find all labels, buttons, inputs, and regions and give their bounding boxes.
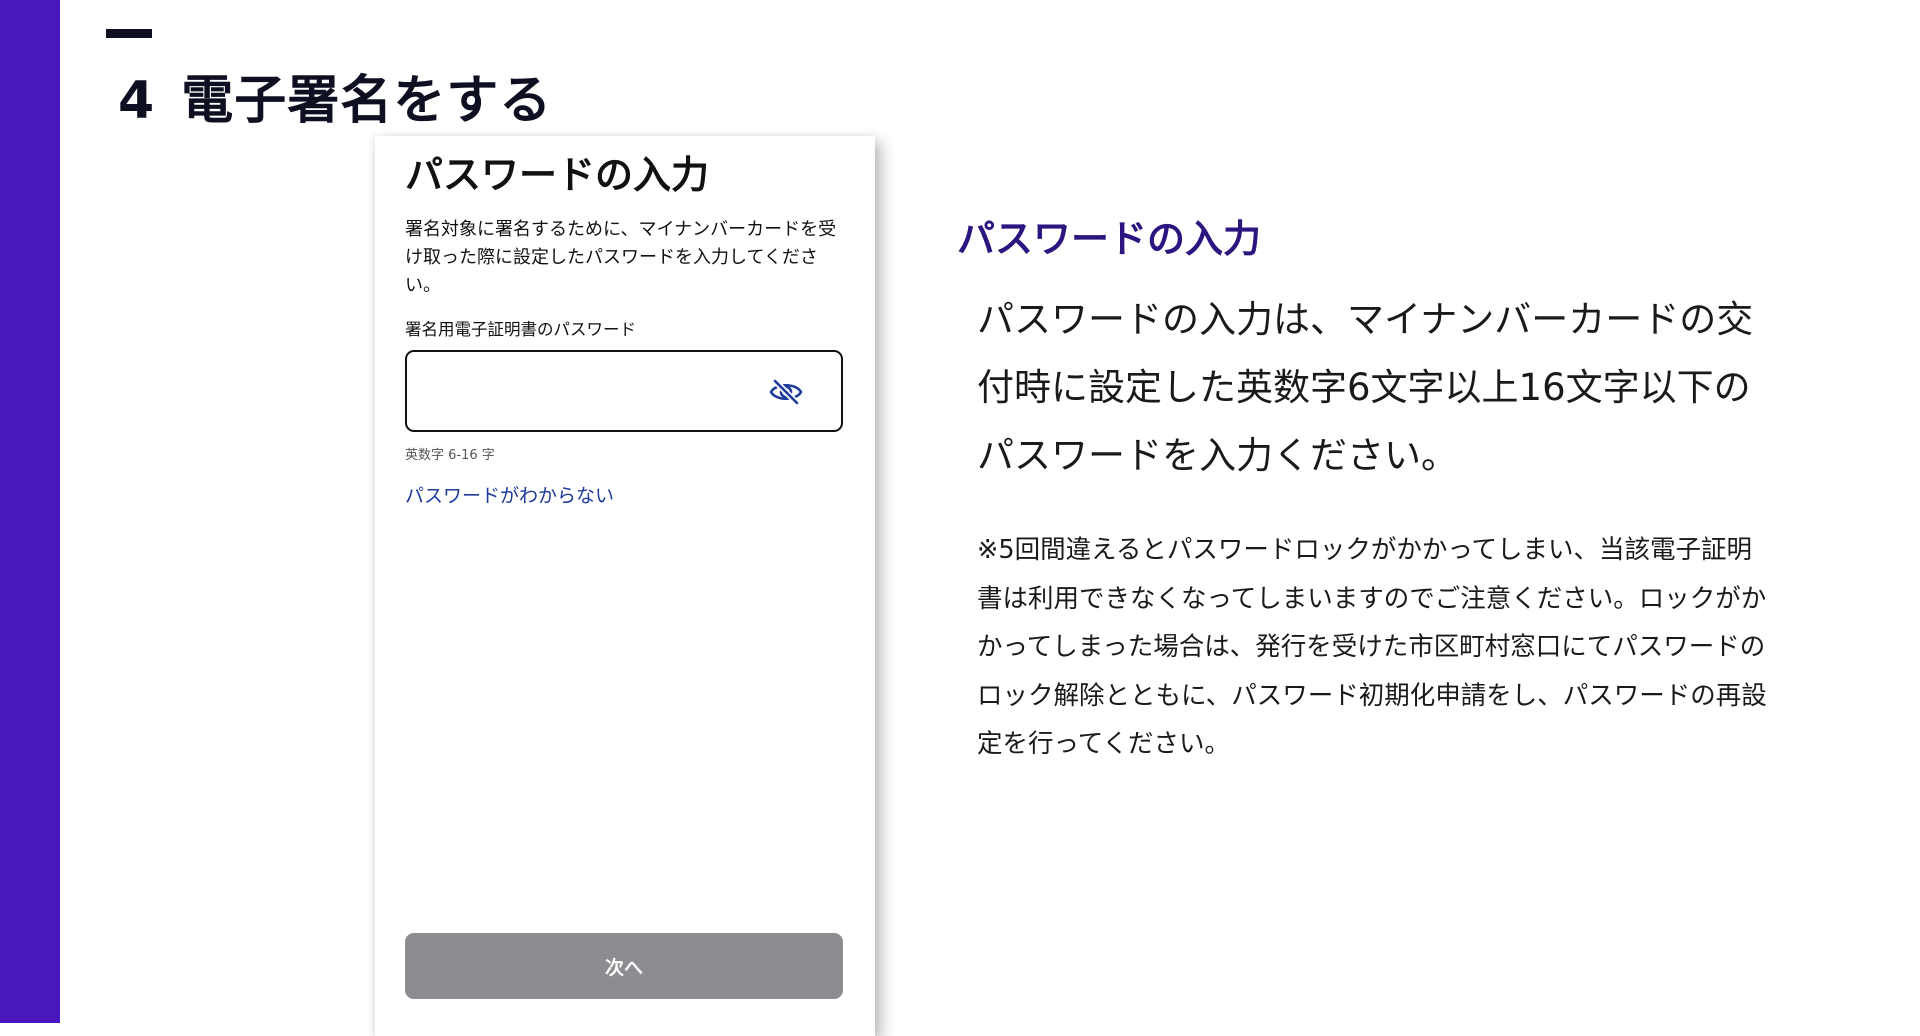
screen-description: 署名対象に署名するために、マイナンバーカードを受け取った際に設定したパスワードを… [405, 219, 837, 296]
password-field-label: 署名用電子証明書のパスワード [405, 320, 636, 339]
phone-screen: パスワードの入力 署名対象に署名するために、マイナンバーカードを受け取った際に設… [375, 136, 875, 1036]
slide-number: 4 [118, 71, 156, 131]
accent-side-bar [0, 0, 60, 1023]
slide-title-text: 電子署名をする [181, 71, 553, 131]
password-input[interactable] [405, 350, 843, 432]
title-dash [106, 29, 152, 38]
screen-title: パスワードの入力 [405, 153, 710, 197]
explanation-heading: パスワードの入力 [957, 217, 1262, 261]
next-button[interactable]: 次へ [405, 933, 843, 999]
page-title: 4 電子署名をする [118, 58, 552, 133]
password-hint: 英数字 6-16 字 [405, 448, 495, 463]
explanation-main-text: パスワードの入力は、マイナンバーカードの交付時に設定した英数字6文字以上16文字… [977, 298, 1754, 477]
explanation-note: ※5回間違えるとパスワードロックがかかってしまい、当該電子証明書は利用できなくな… [977, 535, 1767, 759]
eye-slash-icon[interactable] [769, 378, 803, 406]
forgot-password-link[interactable]: パスワードがわからない [405, 481, 614, 508]
